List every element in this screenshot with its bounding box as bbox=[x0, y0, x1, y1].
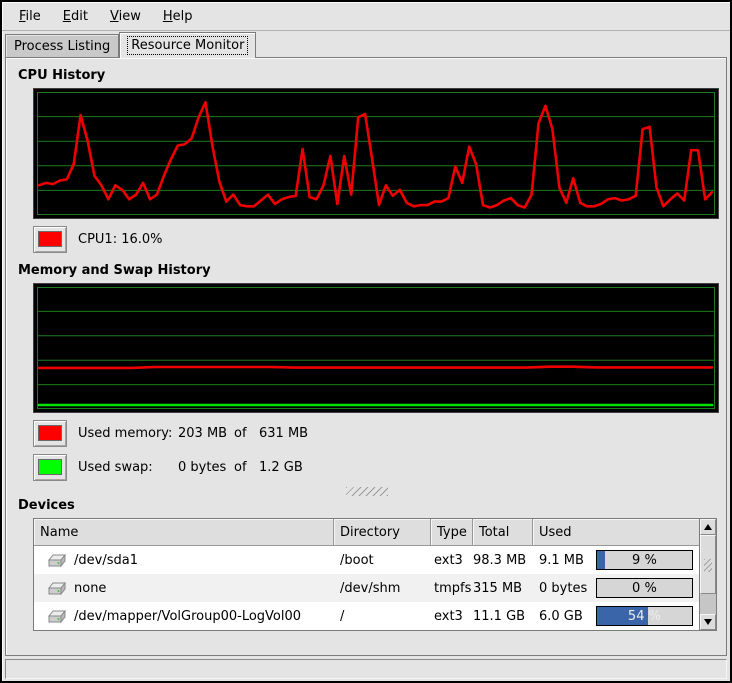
device-directory: /dev/shm bbox=[334, 581, 431, 596]
scrollbar-thumb[interactable] bbox=[700, 535, 716, 594]
tab-resource-monitor[interactable]: Resource Monitor bbox=[119, 32, 256, 58]
device-name-cell: /dev/sda1 bbox=[34, 553, 334, 568]
swap-color-button[interactable] bbox=[33, 454, 67, 481]
disk-drive-icon bbox=[48, 610, 66, 623]
swap-total-value: 1.2 GB bbox=[259, 460, 303, 475]
status-bar bbox=[5, 659, 727, 679]
table-row[interactable]: /dev/mapper/VolGroup00-LogVol00 / ext3 1… bbox=[34, 602, 699, 630]
device-name: /dev/sda1 bbox=[74, 553, 138, 568]
column-header-used[interactable]: Used bbox=[533, 519, 699, 546]
usage-percent-label: 54 % bbox=[597, 607, 692, 625]
device-name: none bbox=[74, 581, 106, 596]
device-used-cell: 0 bytes 0 % bbox=[533, 578, 699, 598]
memory-used-value: 203 MB bbox=[178, 426, 234, 441]
swap-legend-row: Used swap:0 bytesof1.2 GB bbox=[33, 453, 714, 481]
memory-legend-label: Used memory: bbox=[78, 426, 178, 441]
tab-resource-monitor-label: Resource Monitor bbox=[128, 37, 247, 54]
devices-title: Devices bbox=[18, 498, 714, 513]
menu-view[interactable]: View bbox=[99, 6, 152, 27]
cpu-color-swatch bbox=[38, 231, 62, 247]
swap-legend-label: Used swap: bbox=[78, 460, 178, 475]
arrow-up-icon bbox=[704, 524, 712, 530]
disk-drive-icon bbox=[48, 582, 66, 595]
memory-total-value: 631 MB bbox=[259, 426, 308, 441]
memory-swap-graph bbox=[33, 283, 719, 413]
device-used: 0 bytes bbox=[539, 581, 596, 596]
usage-progress-bar: 9 % bbox=[596, 550, 693, 570]
memory-legend-text: Used memory:203 MBof631 MB bbox=[78, 426, 308, 441]
system-monitor-window: File Edit View Help Process Listing Reso… bbox=[0, 0, 732, 683]
column-header-total[interactable]: Total bbox=[473, 519, 533, 546]
swap-used-value: 0 bytes bbox=[178, 460, 234, 475]
device-used: 6.0 GB bbox=[539, 609, 596, 624]
device-directory: /boot bbox=[334, 553, 431, 568]
cpu-history-graph bbox=[33, 88, 719, 219]
device-used: 9.1 MB bbox=[539, 553, 596, 568]
resource-monitor-panel: CPU History CPU1: 16.0% Memory and Swap … bbox=[5, 57, 727, 656]
arrow-down-icon bbox=[704, 619, 712, 625]
column-header-type[interactable]: Type bbox=[431, 519, 473, 546]
usage-percent-label: 0 % bbox=[597, 579, 692, 597]
pane-resize-grip[interactable] bbox=[346, 487, 388, 496]
memory-history-title: Memory and Swap History bbox=[18, 263, 714, 278]
device-total: 98.3 MB bbox=[473, 553, 533, 568]
usage-percent-label: 9 % bbox=[597, 551, 692, 569]
device-name-cell: none bbox=[34, 581, 334, 596]
disk-drive-icon bbox=[48, 554, 66, 567]
memory-color-button[interactable] bbox=[33, 420, 67, 447]
scrollbar-up-button[interactable] bbox=[700, 519, 716, 535]
device-type: ext3 bbox=[431, 609, 473, 624]
devices-table-main: Name Directory Type Total Used / bbox=[34, 519, 699, 630]
tab-process-listing-label: Process Listing bbox=[14, 39, 110, 54]
column-header-directory[interactable]: Directory bbox=[334, 519, 431, 546]
usage-progress-bar: 54 % bbox=[596, 606, 693, 626]
device-type: ext3 bbox=[431, 553, 473, 568]
menu-edit[interactable]: Edit bbox=[52, 6, 99, 27]
menu-bar: File Edit View Help bbox=[2, 2, 730, 31]
device-used-cell: 6.0 GB 54 % bbox=[533, 606, 699, 626]
devices-table-header: Name Directory Type Total Used bbox=[34, 519, 699, 546]
device-name-cell: /dev/mapper/VolGroup00-LogVol00 bbox=[34, 609, 334, 624]
usage-progress-bar: 0 % bbox=[596, 578, 693, 598]
device-type: tmpfs bbox=[431, 581, 473, 596]
scrollbar-down-button[interactable] bbox=[700, 614, 716, 630]
table-row[interactable]: none /dev/shm tmpfs 315 MB 0 bytes 0 % bbox=[34, 574, 699, 602]
device-directory: / bbox=[334, 609, 431, 624]
device-used-cell: 9.1 MB 9 % bbox=[533, 550, 699, 570]
swap-legend-text: Used swap:0 bytesof1.2 GB bbox=[78, 460, 303, 475]
memory-color-swatch bbox=[38, 425, 62, 441]
tab-process-listing[interactable]: Process Listing bbox=[5, 34, 119, 57]
device-name: /dev/mapper/VolGroup00-LogVol00 bbox=[74, 609, 301, 624]
memory-of-word: of bbox=[234, 426, 259, 441]
swap-color-swatch bbox=[38, 459, 62, 475]
memory-legend-row: Used memory:203 MBof631 MB bbox=[33, 419, 714, 447]
menu-help[interactable]: Help bbox=[152, 6, 204, 27]
device-total: 11.1 GB bbox=[473, 609, 533, 624]
cpu-history-title: CPU History bbox=[18, 68, 714, 83]
tab-bar: Process Listing Resource Monitor bbox=[2, 31, 730, 57]
menu-file[interactable]: File bbox=[8, 6, 52, 27]
cpu-color-button[interactable] bbox=[33, 226, 67, 253]
swap-of-word: of bbox=[234, 460, 259, 475]
cpu-legend-label: CPU1: 16.0% bbox=[78, 232, 163, 247]
column-header-name[interactable]: Name bbox=[34, 519, 334, 546]
device-total: 315 MB bbox=[473, 581, 533, 596]
table-row[interactable]: /dev/sda1 /boot ext3 98.3 MB 9.1 MB 9 % bbox=[34, 546, 699, 574]
cpu-legend-row: CPU1: 16.0% bbox=[33, 225, 714, 253]
vertical-scrollbar[interactable] bbox=[699, 519, 716, 630]
devices-table: Name Directory Type Total Used / bbox=[33, 518, 717, 631]
scrollbar-trough[interactable] bbox=[700, 594, 716, 614]
